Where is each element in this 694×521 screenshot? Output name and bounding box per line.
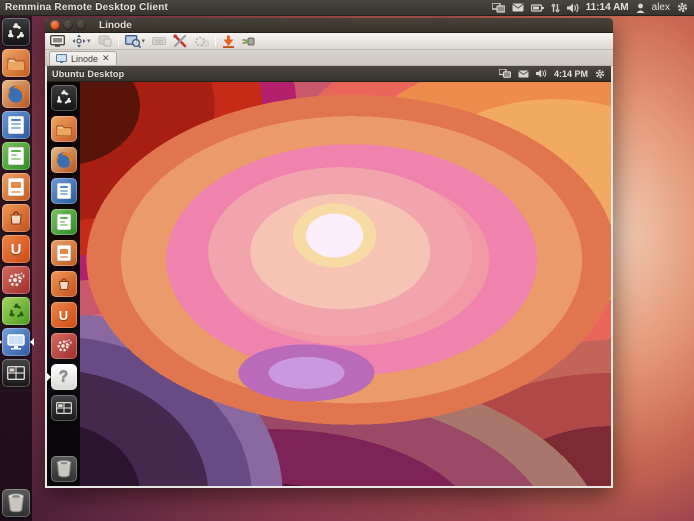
remote-panel-title: Ubuntu Desktop [47, 69, 124, 79]
running-indicator [0, 338, 2, 346]
focused-indicator [30, 338, 34, 346]
preferences-button[interactable] [193, 34, 210, 49]
running-indicator [47, 373, 51, 381]
host-unity-launcher: U [0, 16, 32, 521]
remote-launcher-item-workspace-switcher[interactable] [51, 395, 77, 421]
remote-launcher-item-libreoffice-writer[interactable] [51, 178, 77, 204]
remote-launcher-item-dash-home[interactable] [51, 85, 77, 111]
launcher-item-remmina[interactable] [2, 328, 30, 356]
calc-doc-icon [57, 214, 71, 230]
remote-top-panel: Ubuntu Desktop 4:14 PM [47, 66, 611, 82]
tools-button[interactable] [172, 34, 188, 49]
host-system-tray: 11:14 AM alex [492, 2, 694, 13]
network-icon[interactable] [492, 3, 505, 13]
window-titlebar[interactable]: Linode [45, 18, 613, 33]
remote-launcher-item-help[interactable]: ? [51, 364, 77, 390]
launcher-item-home-folder[interactable] [2, 49, 30, 77]
user-icon[interactable] [636, 3, 645, 13]
host-clock[interactable]: 11:14 AM [586, 2, 629, 13]
remote-launcher-item-home-folder[interactable] [51, 116, 77, 142]
sync-arrows-icon[interactable] [551, 3, 560, 13]
remote-launcher-item-trash[interactable] [51, 456, 77, 482]
maximize-button[interactable] [76, 20, 86, 30]
window-buttons [45, 20, 91, 30]
writer-doc-icon [8, 116, 24, 134]
zoom-button[interactable]: ▾ [124, 34, 147, 49]
mail-icon[interactable] [512, 3, 524, 12]
host-username[interactable]: alex [652, 2, 670, 13]
remote-clock[interactable]: 4:14 PM [554, 69, 588, 79]
help-glyph: ? [59, 368, 69, 386]
remote-launcher-item-libreoffice-calc[interactable] [51, 209, 77, 235]
remote-desktop-viewport[interactable]: Ubuntu Desktop 4:14 PM U ? [45, 66, 613, 488]
zoom-caret[interactable]: ▾ [142, 37, 146, 45]
remmina-window: Linode ▾ ▾ Linode ✕ Ubuntu Desktop [45, 18, 613, 488]
launcher-item-workspace-switcher[interactable] [2, 359, 30, 387]
impress-doc-icon [57, 245, 71, 261]
battery-icon[interactable] [531, 4, 544, 12]
launcher-item-system-settings[interactable] [2, 266, 30, 294]
tab-label: Linode [71, 54, 98, 64]
tab-linode[interactable]: Linode ✕ [49, 51, 117, 65]
ubuntu-one-glyph: U [59, 308, 68, 323]
ubuntu-one-glyph: U [11, 241, 22, 258]
disconnect-button[interactable] [241, 34, 257, 49]
tab-bar: Linode ✕ [45, 50, 613, 66]
volume-icon[interactable] [536, 69, 547, 78]
launcher-item-trash[interactable] [2, 489, 30, 517]
network-icon[interactable] [499, 69, 511, 78]
scaled-mode-button[interactable] [97, 34, 113, 49]
host-top-panel: Remmina Remote Desktop Client 11:14 AM a… [0, 0, 694, 16]
remmina-toolbar: ▾ ▾ [45, 33, 613, 50]
launcher-item-libreoffice-writer[interactable] [2, 111, 30, 139]
remote-launcher-item-libreoffice-impress[interactable] [51, 240, 77, 266]
session-gear-icon[interactable] [595, 69, 605, 79]
tab-close-icon[interactable]: ✕ [102, 53, 110, 64]
writer-doc-icon [57, 183, 71, 199]
remote-wallpaper [47, 82, 611, 486]
remote-unity-launcher: U ? [47, 82, 80, 486]
launcher-item-libreoffice-calc[interactable] [2, 142, 30, 170]
mail-icon[interactable] [518, 70, 529, 78]
remote-launcher-item-system-settings[interactable] [51, 333, 77, 359]
window-title: Linode [91, 20, 132, 31]
close-button[interactable] [50, 20, 60, 30]
tab-screen-icon [56, 54, 67, 63]
host-panel-title: Remmina Remote Desktop Client [0, 2, 168, 13]
launcher-item-dash-home[interactable] [2, 18, 30, 46]
toolbar-separator [118, 35, 119, 47]
fullscreen-button[interactable] [49, 34, 66, 49]
remote-launcher-item-ubuntu-software-center[interactable] [51, 271, 77, 297]
launcher-item-ubuntu-green[interactable] [2, 297, 30, 325]
remote-system-tray: 4:14 PM [499, 69, 611, 79]
launcher-item-firefox[interactable] [2, 80, 30, 108]
keyboard-grab-button[interactable] [151, 34, 167, 49]
volume-icon[interactable] [567, 3, 579, 13]
minimize-remote-button[interactable] [221, 34, 236, 49]
launcher-item-ubuntu-software-center[interactable] [2, 204, 30, 232]
launcher-item-ubuntu-one[interactable]: U [2, 235, 30, 263]
toolbar-separator [215, 35, 216, 47]
impress-doc-icon [8, 178, 24, 196]
fit-window-caret[interactable]: ▾ [87, 37, 91, 45]
fit-window-button[interactable]: ▾ [71, 34, 92, 49]
launcher-item-libreoffice-impress[interactable] [2, 173, 30, 201]
minimize-button[interactable] [63, 20, 73, 30]
remote-launcher-item-ubuntu-one[interactable]: U [51, 302, 77, 328]
remote-launcher-item-firefox[interactable] [51, 147, 77, 173]
session-gear-icon[interactable] [677, 2, 688, 13]
calc-doc-icon [8, 147, 24, 165]
